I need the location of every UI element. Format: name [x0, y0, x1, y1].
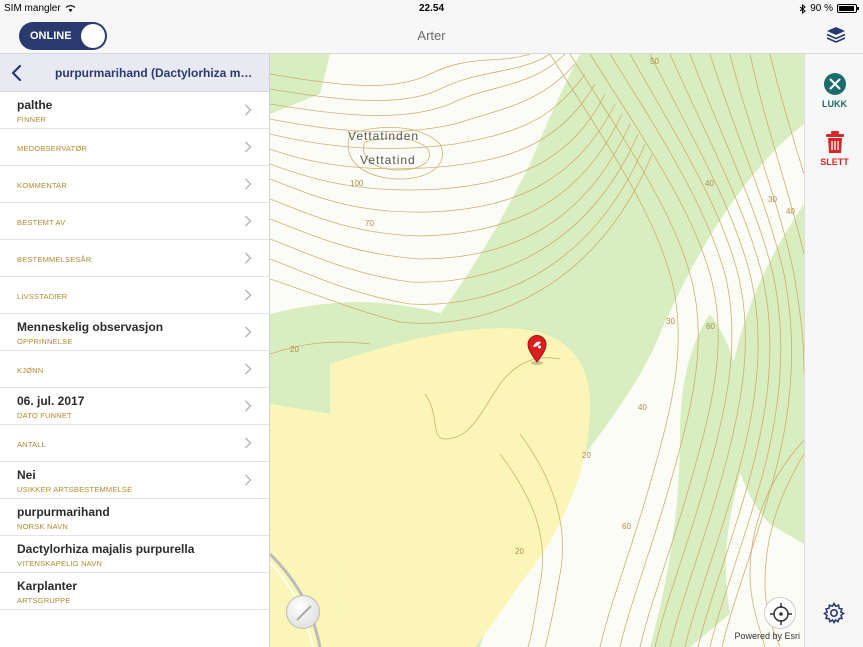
- close-button[interactable]: LUKK: [805, 72, 863, 109]
- contour-label: 30: [666, 317, 675, 326]
- close-icon: [823, 73, 846, 95]
- place-label: Vettatind: [360, 153, 416, 167]
- observation-detail-panel: purpurmarihand (Dactylorhiza m… palthe FI…: [0, 54, 270, 647]
- contour-label: 40: [638, 403, 647, 412]
- field-row[interactable]: KJØNN: [0, 351, 269, 388]
- field-row[interactable]: KOMMENTAR: [0, 166, 269, 203]
- back-icon[interactable]: [8, 64, 26, 82]
- chevron-right-icon: [244, 363, 252, 375]
- field-row[interactable]: MEDOBSERVATØR: [0, 129, 269, 166]
- field-row: Karplanter ARTSGRUPPE: [0, 573, 269, 610]
- field-label: ANTALL: [17, 440, 46, 449]
- panel-title: purpurmarihand (Dactylorhiza m…: [55, 66, 253, 80]
- place-label: Vettatinden: [348, 129, 420, 143]
- gear-icon[interactable]: [823, 602, 845, 624]
- contour-label: 30: [768, 195, 777, 204]
- app-window: SIM mangler 22.54 90 % ONLINE Arter purp…: [0, 0, 863, 647]
- compass-icon[interactable]: [286, 595, 320, 629]
- observation-pin-icon[interactable]: [527, 335, 547, 365]
- field-label: OPPRINNELSE: [17, 337, 73, 346]
- field-label: FINNER: [17, 115, 47, 124]
- field-value: Dactylorhiza majalis purpurella: [17, 542, 195, 556]
- chevron-right-icon: [244, 252, 252, 264]
- contour-label: 70: [365, 219, 374, 228]
- field-value: Karplanter: [17, 579, 78, 593]
- field-label: DATO FUNNET: [17, 411, 72, 420]
- bluetooth-icon: [799, 3, 807, 14]
- chevron-right-icon: [244, 326, 252, 338]
- field-value: Nei: [17, 468, 36, 482]
- nav-title: Arter: [417, 28, 446, 43]
- field-label: BESTEMMELSESÅR: [17, 255, 92, 264]
- field-row[interactable]: Nei USIKKER ARTSBESTEMMELSE: [0, 462, 269, 499]
- field-row[interactable]: BESTEMT AV: [0, 203, 269, 240]
- contour-label: 100: [350, 179, 364, 188]
- locate-me-button[interactable]: [764, 597, 796, 629]
- field-label: LIVSSTADIER: [17, 292, 68, 301]
- field-label: KJØNN: [17, 366, 44, 375]
- map-view[interactable]: 50 100 70 20 30 40 60 20 40 30 20 60 40 …: [270, 54, 804, 647]
- panel-header: purpurmarihand (Dactylorhiza m…: [0, 54, 269, 92]
- field-label: ARTSGRUPPE: [17, 596, 71, 605]
- field-label: BESTEMT AV: [17, 218, 66, 227]
- layers-icon[interactable]: [825, 24, 847, 46]
- battery-percent: 90 %: [810, 3, 833, 14]
- field-value: purpurmarihand: [17, 505, 110, 519]
- chevron-right-icon: [244, 400, 252, 412]
- contour-label: 60: [706, 322, 715, 331]
- nav-bar: ONLINE Arter: [0, 18, 863, 54]
- field-label: KOMMENTAR: [17, 181, 67, 190]
- delete-label: SLETT: [820, 157, 849, 167]
- field-row: Dactylorhiza majalis purpurella VITENSKAP…: [0, 536, 269, 573]
- trash-icon: [825, 131, 844, 153]
- field-list: palthe FINNER MEDOBSERVATØR KOMMENTAR BESTEM…: [0, 92, 269, 610]
- contour-label: 40: [786, 207, 795, 216]
- battery-icon: [837, 4, 859, 13]
- contour-label: 20: [582, 451, 591, 460]
- contour-label: 40: [705, 179, 714, 188]
- chevron-right-icon: [244, 104, 252, 116]
- field-label: NORSK NAVN: [17, 522, 69, 531]
- field-row: purpurmarihand NORSK NAVN: [0, 499, 269, 536]
- field-value: 06. jul. 2017: [17, 394, 85, 408]
- map-attribution: Powered by Esri: [734, 631, 800, 641]
- contour-label: 60: [622, 522, 631, 531]
- field-value: palthe: [17, 98, 53, 112]
- right-toolbar: LUKK SLETT: [804, 54, 863, 647]
- clock: 22.54: [418, 3, 445, 14]
- chevron-right-icon: [244, 474, 252, 486]
- chevron-right-icon: [244, 289, 252, 301]
- field-label: MEDOBSERVATØR: [17, 144, 88, 153]
- close-label: LUKK: [822, 99, 847, 109]
- field-value: Menneskelig observasjon: [17, 320, 164, 334]
- field-row[interactable]: ANTALL: [0, 425, 269, 462]
- chevron-right-icon: [244, 215, 252, 227]
- field-row[interactable]: palthe FINNER: [0, 92, 269, 129]
- field-row[interactable]: 06. jul. 2017 DATO FUNNET: [0, 388, 269, 425]
- chevron-right-icon: [244, 178, 252, 190]
- contour-label: 20: [515, 547, 524, 556]
- field-row[interactable]: LIVSSTADIER: [0, 277, 269, 314]
- field-row[interactable]: BESTEMMELSESÅR: [0, 240, 269, 277]
- contour-label: 50: [650, 57, 659, 66]
- field-label: VITENSKAPELIG NAVN: [17, 559, 103, 568]
- chevron-right-icon: [244, 141, 252, 153]
- field-label: USIKKER ARTSBESTEMMELSE: [17, 485, 133, 494]
- contour-label: 20: [290, 345, 299, 354]
- field-row[interactable]: Menneskelig observasjon OPPRINNELSE: [0, 314, 269, 351]
- delete-button[interactable]: SLETT: [805, 130, 863, 167]
- chevron-right-icon: [244, 437, 252, 449]
- crosshair-icon: [770, 603, 792, 625]
- status-bar: SIM mangler 22.54 90 %: [0, 0, 863, 18]
